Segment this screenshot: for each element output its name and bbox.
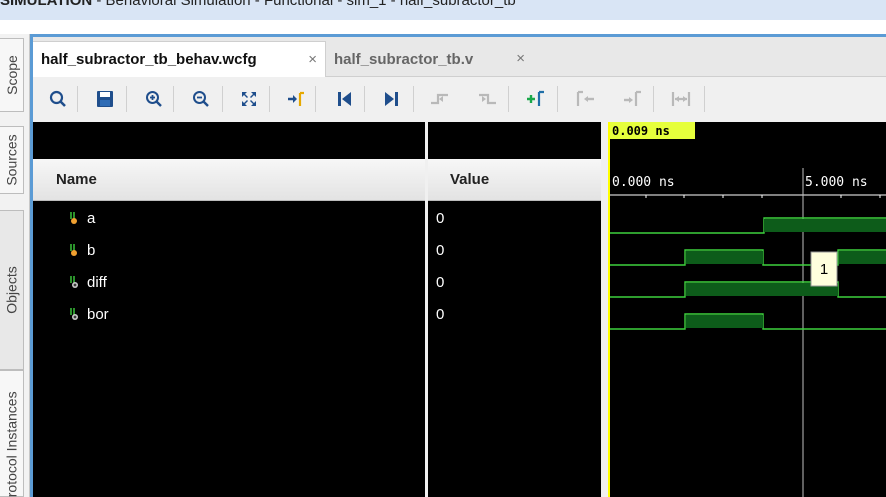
window-title-rest: - Behavioral Simulation - Functional - s… [92,0,516,9]
zoom-in-icon[interactable] [143,88,165,110]
signal-value: 0 [436,273,445,291]
side-tab-strip: Scope Sources Objects Protocol Instances [0,34,30,497]
tab-half-subractor-tb-v[interactable]: half_subractor_tb.v × [326,41,533,77]
time-label-0: 0.000 ns [612,175,675,190]
next-transition-icon[interactable] [477,88,499,110]
search-icon[interactable] [47,88,69,110]
side-tab-objects[interactable]: Objects [0,210,24,370]
value-column-header[interactable]: Value [428,159,601,201]
value-tooltip-text: 1 [820,261,828,278]
tab-label: half_subractor_tb_behav.wcfg [41,51,257,68]
waveform-a[interactable] [608,217,886,234]
waveform-b[interactable] [608,249,886,266]
signal-value: 0 [436,209,445,227]
swap-cursors-icon[interactable] [670,88,692,110]
signal-value-pane: Value 0 0 0 0 [428,122,601,497]
waveform-toolbar [33,78,886,122]
close-icon[interactable]: × [516,50,525,67]
time-ruler-ticks [608,195,881,200]
close-icon[interactable]: × [308,51,317,68]
waveform-diff[interactable] [608,281,886,298]
tab-half-subractor-tb-behav-wcfg[interactable]: half_subractor_tb_behav.wcfg × [33,41,326,77]
input-signal-icon [70,212,77,224]
previous-marker-icon[interactable] [574,88,596,110]
side-tab-scope[interactable]: Scope [0,38,24,112]
signal-row-a[interactable]: a [69,202,95,234]
pane-splitter[interactable] [601,122,608,497]
go-to-cursor-icon[interactable] [285,88,307,110]
go-to-start-icon[interactable] [333,88,355,110]
side-tab-sources[interactable]: Sources [0,126,24,194]
output-signal-icon [70,308,78,320]
go-to-end-icon[interactable] [381,88,403,110]
window-title-bold: SIMULATION [0,0,93,9]
signal-row-diff[interactable]: diff [69,266,107,298]
signal-name: diff [87,273,107,291]
tab-label: half_subractor_tb.v [334,50,474,68]
signal-name: a [87,209,96,227]
signal-row-b[interactable]: b [69,234,95,266]
signal-row-bor[interactable]: bor [69,298,109,330]
next-marker-icon[interactable] [622,88,644,110]
window-title: SIMULATION - Behavioral Simulation - Fun… [0,0,886,20]
zoom-fit-icon[interactable] [238,88,260,110]
cursor-time-label: 0.009 ns [612,124,670,138]
waveform-editor-panel: half_subractor_tb_behav.wcfg × half_subr… [30,34,886,497]
signal-name: bor [87,305,109,323]
waveform-pane[interactable]: 0.009 ns 0.000 ns 5.000 ns 1 [608,122,886,497]
time-label-1: 5.000 ns [805,175,868,190]
side-tab-protocol-instances[interactable]: Protocol Instances [0,370,24,497]
signal-value: 0 [436,241,445,259]
signal-value: 0 [436,305,445,323]
save-icon[interactable] [94,88,116,110]
add-marker-icon[interactable] [525,88,547,110]
name-column-header[interactable]: Name [33,159,425,201]
output-signal-icon [70,276,78,288]
zoom-out-icon[interactable] [190,88,212,110]
editor-tab-bar: half_subractor_tb_behav.wcfg × half_subr… [33,37,886,77]
input-signal-icon [70,244,77,256]
waveform-bor[interactable] [608,313,886,330]
signal-name: b [87,241,96,259]
previous-transition-icon[interactable] [429,88,451,110]
signal-name-pane: Name a b diff bor [33,122,425,497]
